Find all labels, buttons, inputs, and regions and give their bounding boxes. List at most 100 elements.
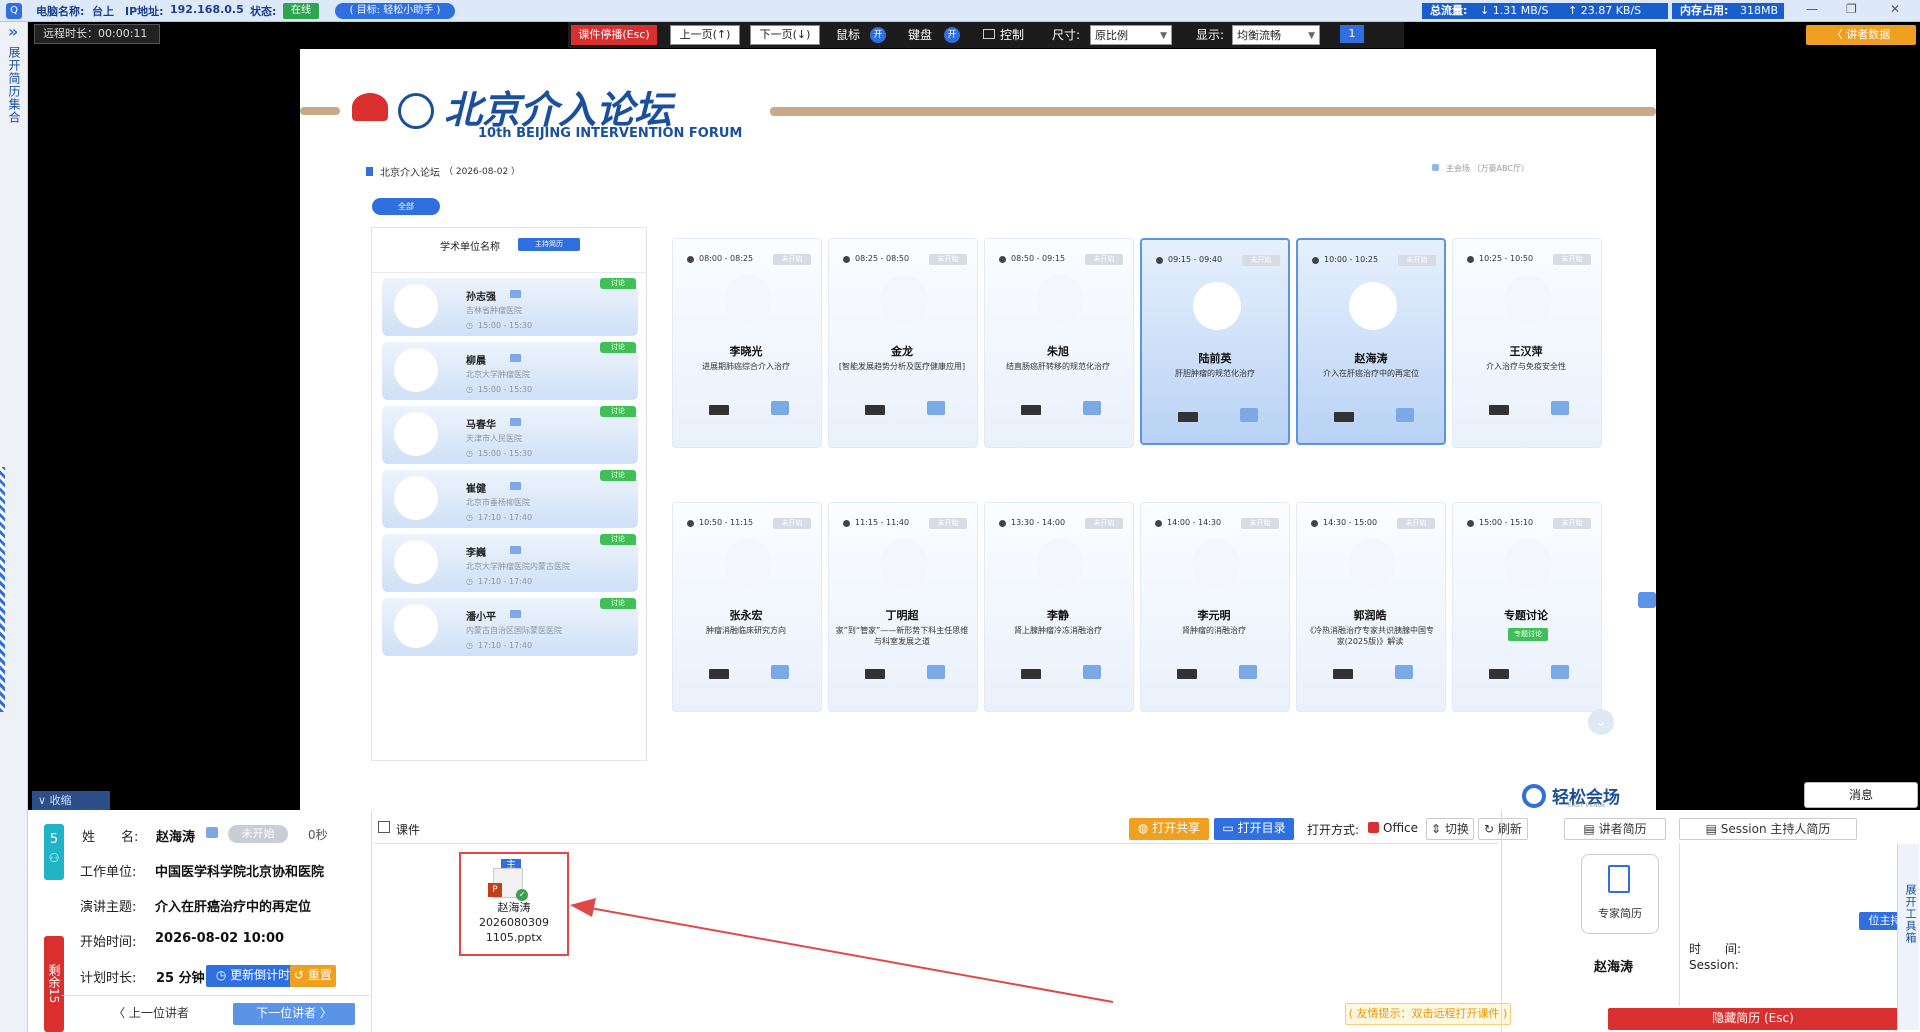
clock-icon [1467, 256, 1474, 263]
computer-icon[interactable] [865, 669, 885, 679]
reset-button[interactable]: ↺ 重置 [290, 965, 336, 987]
computer-icon[interactable] [1489, 405, 1509, 415]
contact-card-icon[interactable] [510, 546, 521, 554]
next-page-button[interactable]: 下一页(↓) [750, 25, 820, 45]
contact-card-icon[interactable] [1396, 408, 1414, 422]
hide-resume-button[interactable]: 隐藏简历 (Esc) [1608, 1008, 1898, 1030]
chair-org: 吉林省肿瘤医院 [466, 306, 522, 315]
contact-card-icon[interactable] [1395, 665, 1413, 679]
mouse-toggle[interactable]: 开 [870, 27, 886, 43]
contact-card-icon[interactable] [771, 665, 789, 679]
contact-card-icon[interactable] [1239, 665, 1257, 679]
computer-icon[interactable] [1177, 669, 1197, 679]
contact-card-icon[interactable] [927, 401, 945, 415]
computer-icon[interactable] [709, 669, 729, 679]
contact-card-icon[interactable] [1551, 401, 1569, 415]
control-button[interactable]: 控制 [1000, 25, 1024, 45]
talk-card[interactable]: 10:25 - 10:50 未开始 王汉萍 介入治疗与免疫安全性 [1452, 238, 1602, 448]
contact-card-icon[interactable] [927, 665, 945, 679]
contact-card-icon[interactable] [510, 290, 521, 298]
talk-time: 10:00 - 10:25 [1324, 255, 1379, 264]
talk-speaker-name: 张永宏 [729, 609, 763, 622]
open-mode-value[interactable]: Office [1383, 821, 1418, 835]
contact-card-icon[interactable] [771, 401, 789, 415]
tab-session-resume[interactable]: ▤ Session 主持人简历 [1679, 818, 1857, 840]
next-speaker-button[interactable]: 下一位讲者 〉 [233, 1003, 355, 1025]
drag-handle[interactable] [0, 467, 5, 712]
chair-item[interactable]: 马春华 天津市人民医院 ◷ 15:00 - 15:30 讨论 [382, 406, 638, 464]
chair-resume-tag[interactable]: 主持简历 [518, 238, 580, 251]
divider [1679, 843, 1680, 1006]
chair-item[interactable]: 崔健 北京市垂杨柳医院 ◷ 17:10 - 17:40 讨论 [382, 470, 638, 528]
restore-icon[interactable]: ❐ [1846, 2, 1857, 16]
prev-page-button[interactable]: 上一页(↑) [670, 25, 740, 45]
contact-card-icon[interactable] [510, 418, 521, 426]
contact-card-icon[interactable] [1551, 665, 1569, 679]
talk-card[interactable]: 10:50 - 11:15 未开始 张永宏 肿瘤消融临床研究方向 [672, 502, 822, 712]
display-select[interactable]: 均衡流畅 ▼ [1232, 25, 1320, 45]
side-handle-icon[interactable] [1638, 592, 1656, 608]
contact-card-icon[interactable] [510, 482, 521, 490]
contact-card-icon[interactable] [510, 354, 521, 362]
open-directory-button[interactable]: ▭ 打开目录 [1214, 818, 1294, 840]
talk-card[interactable]: 14:00 - 14:30 未开始 李元明 肾肿瘤的消融治疗 [1140, 502, 1290, 712]
tab-all[interactable]: 全部 [372, 198, 440, 215]
contact-card-icon[interactable] [510, 610, 521, 618]
expand-toolbox-button[interactable]: 展开工具箱 [1902, 884, 1918, 944]
computer-icon[interactable] [1021, 669, 1041, 679]
contact-card-icon[interactable] [1240, 408, 1258, 422]
computer-icon[interactable] [1178, 412, 1198, 422]
speaker-data-button[interactable]: 〈 讲者数据 [1806, 25, 1916, 45]
talk-card[interactable]: 13:30 - 14:00 未开始 李静 肾上腺肿瘤冷冻消融治疗 [984, 502, 1134, 712]
talk-speaker-name: 赵海涛 [1354, 352, 1388, 365]
chair-item[interactable]: 孙志强 吉林省肿瘤医院 ◷ 15:00 - 15:30 讨论 [382, 278, 638, 336]
computer-icon[interactable] [1021, 405, 1041, 415]
computer-icon[interactable] [865, 405, 885, 415]
page-number-badge[interactable]: 1 [1340, 25, 1364, 43]
computer-icon[interactable] [1334, 412, 1354, 422]
chair-item[interactable]: 潘小平 内蒙古自治区国际蒙医医院 ◷ 17:10 - 17:40 讨论 [382, 598, 638, 656]
minimize-icon[interactable]: — [1806, 2, 1818, 16]
contact-card-icon[interactable] [206, 827, 218, 838]
close-icon[interactable]: ✕ [1890, 2, 1900, 16]
contact-card-icon[interactable] [1083, 665, 1101, 679]
contact-card-icon[interactable] [1083, 401, 1101, 415]
talk-card[interactable]: 09:15 - 09:40 未开始 陆前英 肝胆肿瘤的规范化治疗 [1140, 238, 1290, 445]
size-select[interactable]: 原比例 ▼ [1090, 25, 1172, 45]
talk-card[interactable]: 08:50 - 09:15 未开始 朱旭 结直肠癌肝转移的规范化治疗 [984, 238, 1134, 448]
keyboard-toggle[interactable]: 开 [944, 27, 960, 43]
open-share-button[interactable]: ◍ 打开共享 [1129, 818, 1209, 840]
talk-card[interactable]: 10:00 - 10:25 未开始 赵海涛 介入在肝癌治疗中的再定位 [1296, 238, 1446, 445]
clock-icon [687, 520, 694, 527]
tab-speaker-resume[interactable]: ▤ 讲者简历 [1564, 818, 1666, 840]
talk-speaker-name: 朱旭 [1047, 345, 1069, 358]
talk-card[interactable]: 11:15 - 11:40 未开始 丁明超 家”到“管家”——新形势下科主任思维与… [828, 502, 978, 712]
avatar [394, 476, 438, 520]
stop-courseware-button[interactable]: 课件停播(Esc) [571, 25, 657, 45]
computer-icon[interactable] [1489, 669, 1509, 679]
collapse-button[interactable]: ∨ 收缩 [32, 791, 110, 810]
prev-speaker-button[interactable]: 〈 上一位讲者 [90, 1003, 212, 1025]
refresh-button[interactable]: ↻ 刷新 [1478, 818, 1528, 840]
computer-icon[interactable] [1333, 669, 1353, 679]
expand-resume-collection-button[interactable]: 展开简历集合 [6, 46, 23, 124]
chair-item[interactable]: 李巍 北京大学肿瘤医院内蒙古医院 ◷ 17:10 - 17:40 讨论 [382, 534, 638, 592]
expand-chevron-icon[interactable]: » [8, 22, 18, 41]
talk-card[interactable]: 08:25 - 08:50 未开始 金龙 [智能发展趋势分析及医疗健康应用] [828, 238, 978, 448]
chair-item[interactable]: 柳晨 北京大学肿瘤医院 ◷ 15:00 - 15:30 讨论 [382, 342, 638, 400]
talk-card[interactable]: 08:00 - 08:25 未开始 李晓光 进展期肺癌综合介入治疗 [672, 238, 822, 448]
clock-icon [999, 520, 1006, 527]
scroll-down-icon[interactable]: ⌄ [1588, 709, 1614, 735]
expert-resume-card[interactable]: 专家简历 [1581, 854, 1659, 934]
tab-courseware[interactable]: 课件 [396, 821, 420, 838]
message-button[interactable]: 消息 [1804, 782, 1918, 808]
target-badge[interactable]: ( 目标: 轻松小助手 ) [335, 3, 455, 19]
computer-icon[interactable] [709, 405, 729, 415]
courseware-file[interactable]: 主 P ✓ 赵海涛 2026080309 1105.pptx [459, 852, 569, 956]
talk-time: 09:15 - 09:40 [1168, 255, 1223, 264]
talk-card[interactable]: 14:30 - 15:00 未开始 郭润皓 《冷热消融治疗专家共识胰腺中国专家(2… [1296, 502, 1446, 712]
switch-button[interactable]: ⇕ 切换 [1426, 818, 1474, 840]
talk-card[interactable]: 15:00 - 15:10 未开始 专题讨论 专题讨论 [1452, 502, 1602, 712]
update-countdown-button[interactable]: ◷ 更新倒计时 [206, 965, 300, 987]
tip-text: ( 友情提示：双击远程打开课件 ) [1348, 1007, 1508, 1020]
